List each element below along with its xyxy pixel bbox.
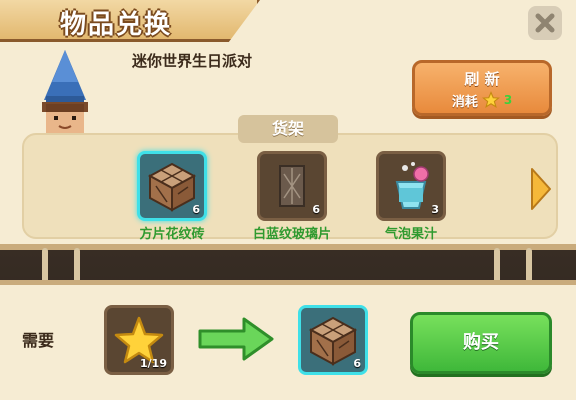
item-count: 3 — [431, 203, 439, 216]
close-icon — [535, 13, 555, 33]
item-name: 白蓝纹玻璃片 — [252, 227, 331, 242]
shelf-title: 货架 — [238, 115, 338, 143]
result-count: 6 — [353, 357, 361, 370]
shelf-item-bubble-juice[interactable]: 3 — [376, 151, 446, 221]
need-label: 需要 — [22, 331, 55, 350]
cost-count: 1/19 — [140, 357, 167, 370]
refresh-cost: 消耗 3 — [427, 91, 537, 110]
refresh-button[interactable]: 刷 新 消耗 3 — [412, 60, 552, 116]
shelf-item-glass-pane[interactable]: 6 — [257, 151, 327, 221]
scroll-right-arrow-icon[interactable] — [528, 165, 552, 213]
shelf-item-patterned-brick[interactable]: 6 — [137, 151, 207, 221]
rope — [74, 248, 80, 284]
shelf-panel: 6 方片花纹砖 6 白蓝纹玻璃片 3 气泡果汁 — [22, 133, 558, 242]
star-icon — [481, 91, 500, 108]
rope — [526, 248, 532, 284]
window-title: 物品兑换 — [60, 10, 173, 40]
npc-name: 迷你世界生日派对 — [132, 52, 253, 70]
cost-item-slot: 1/19 — [104, 305, 174, 375]
rope — [494, 248, 500, 284]
npc-avatar — [42, 50, 88, 136]
item-name: 气泡果汁 — [384, 227, 437, 242]
exchange-window: 物品兑换 迷你世界生日派对 刷 新 消耗 3 6 方片花纹砖 6 白蓝纹玻璃片 … — [0, 0, 576, 250]
close-button[interactable] — [528, 6, 562, 40]
exchange-arrow-icon — [198, 317, 274, 361]
refresh-cost-value: 3 — [503, 93, 513, 107]
item-count: 6 — [312, 203, 320, 216]
exchange-panel: 需要 1/19 6 购买 — [0, 280, 576, 400]
rope — [42, 248, 48, 284]
buy-button[interactable]: 购买 — [410, 312, 552, 374]
refresh-cost-label: 消耗 — [451, 94, 478, 110]
refresh-label: 刷 新 — [464, 70, 500, 88]
result-item-slot: 6 — [298, 305, 368, 375]
item-name: 方片花纹砖 — [139, 227, 205, 242]
item-count: 6 — [192, 203, 200, 216]
